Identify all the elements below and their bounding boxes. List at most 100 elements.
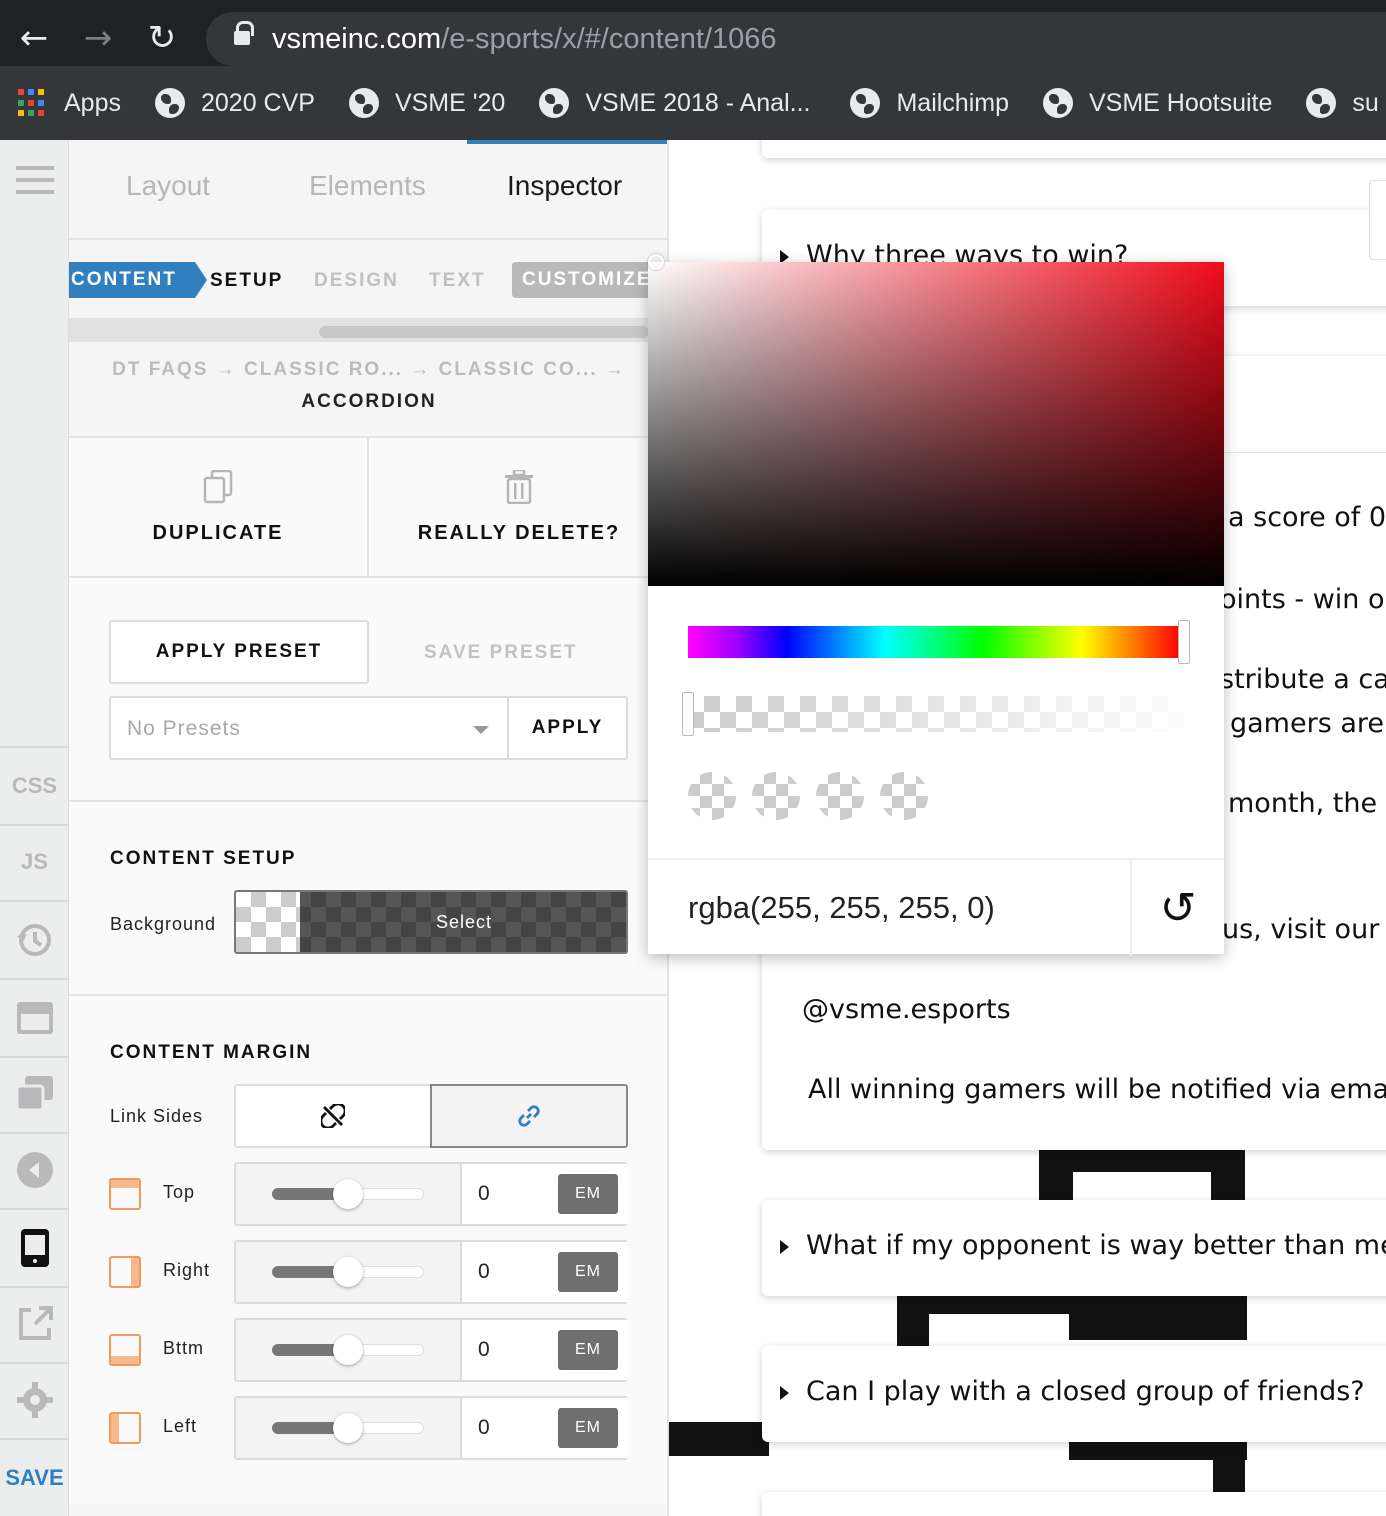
- accordion-item[interactable]: Can I play with a closed group of friend…: [762, 1346, 1386, 1442]
- color-picker-popover: rgba(255, 255, 255, 0) ↺: [648, 254, 1224, 956]
- chevron-down-icon: [473, 726, 489, 734]
- delete-label: REALLY DELETE?: [417, 521, 621, 544]
- margin-left-input[interactable]: 0 EM: [460, 1398, 628, 1458]
- save-button[interactable]: SAVE: [0, 1458, 69, 1498]
- background-graphic: [1069, 1290, 1247, 1340]
- unit-button[interactable]: EM: [558, 1174, 618, 1214]
- subtab-content[interactable]: CONTENT: [69, 262, 207, 298]
- margin-right-label: Right: [163, 1260, 211, 1280]
- duplicate-button[interactable]: DUPLICATE: [69, 438, 369, 576]
- color-swatch[interactable]: [880, 772, 928, 820]
- slider-knob[interactable]: [333, 1413, 363, 1443]
- bookmark-su[interactable]: su: [1306, 88, 1379, 118]
- presets-section: APPLY PRESET SAVE PRESET No Presets APPL…: [69, 576, 667, 802]
- margin-bottom-input[interactable]: 0 EM: [460, 1320, 628, 1380]
- subtab-scrollbar[interactable]: [69, 318, 649, 342]
- copy-layers-icon[interactable]: [0, 1074, 69, 1114]
- margin-left-control: 0 EM: [234, 1396, 628, 1460]
- reset-color-button[interactable]: ↺: [1130, 860, 1224, 956]
- rail-divider: [0, 746, 69, 748]
- margin-left-icon: [109, 1412, 141, 1444]
- back-icon[interactable]: ←: [10, 14, 58, 62]
- forward-icon[interactable]: →: [74, 14, 122, 62]
- bookmark-vsme-2018[interactable]: VSME 2018 - Anal...: [539, 88, 810, 118]
- layout-panel-icon[interactable]: [0, 998, 69, 1038]
- color-value-input[interactable]: rgba(255, 255, 255, 0): [688, 890, 995, 926]
- subtab-customize[interactable]: CUSTOMIZE: [512, 262, 667, 298]
- apply-button[interactable]: APPLY: [507, 696, 628, 760]
- content-setup-section: CONTENT SETUP Background Select: [69, 800, 667, 996]
- color-swatch[interactable]: [752, 772, 800, 820]
- gear-icon[interactable]: [0, 1380, 69, 1420]
- breadcrumb-path[interactable]: DT FAQS → CLASSIC RO... → CLASSIC CO... …: [69, 354, 667, 386]
- margin-right-input[interactable]: 0 EM: [460, 1242, 628, 1302]
- link-sides-label: Link Sides: [110, 1106, 204, 1126]
- alpha-slider-handle[interactable]: [682, 692, 694, 736]
- margin-value: 0: [478, 1338, 490, 1361]
- tab-layout[interactable]: Layout: [126, 170, 210, 202]
- margin-top-control: 0 EM: [234, 1162, 628, 1226]
- answer-line: gamers are a: [1230, 708, 1386, 739]
- rail-divider: [0, 1438, 69, 1440]
- bookmark-apps[interactable]: Apps: [18, 89, 121, 118]
- css-button[interactable]: CSS: [0, 766, 69, 806]
- subtab-setup[interactable]: SETUP: [210, 270, 283, 292]
- subtab-design[interactable]: DESIGN: [314, 270, 399, 292]
- unlink-icon: [321, 1104, 345, 1128]
- accordion-item: [762, 140, 1386, 158]
- accordion-question[interactable]: What if my opponent is way better than m…: [779, 1230, 1386, 1261]
- color-swatch[interactable]: [688, 772, 736, 820]
- address-bar[interactable]: vsmeinc.com/e-sports/x/#/content/1066: [206, 12, 1386, 66]
- accordion-question[interactable]: Can I play with a closed group of friend…: [780, 1376, 1365, 1407]
- apps-grid-icon: [18, 89, 46, 117]
- unlink-sides-button[interactable]: [234, 1084, 432, 1148]
- history-icon[interactable]: [0, 920, 69, 960]
- save-preset-button[interactable]: SAVE PRESET: [424, 642, 578, 664]
- subtab-text[interactable]: TEXT: [429, 270, 486, 292]
- hue-slider[interactable]: [688, 626, 1180, 658]
- slider-knob[interactable]: [333, 1335, 363, 1365]
- external-link-icon[interactable]: [0, 1304, 69, 1344]
- tab-inspector[interactable]: Inspector: [507, 170, 622, 202]
- accordion-item[interactable]: [762, 1492, 1386, 1516]
- apply-preset-button[interactable]: APPLY PRESET: [109, 620, 369, 684]
- bookmark-hootsuite[interactable]: VSME Hootsuite: [1043, 88, 1272, 118]
- bookmark-vsme-20[interactable]: VSME '20: [348, 88, 505, 118]
- sv-cursor[interactable]: [648, 254, 664, 270]
- accordion-item[interactable]: What if my opponent is way better than m…: [762, 1200, 1386, 1296]
- side-widget: [1369, 180, 1386, 260]
- saturation-value-area[interactable]: [648, 262, 1224, 586]
- rail-divider: [0, 1056, 69, 1058]
- margin-value: 0: [478, 1260, 490, 1283]
- margin-top-input[interactable]: 0 EM: [460, 1164, 628, 1224]
- answer-line: @vsme.esports: [802, 994, 1011, 1025]
- link-sides-button[interactable]: [430, 1084, 628, 1148]
- hue-slider-handle[interactable]: [1178, 620, 1190, 664]
- menu-icon[interactable]: [0, 162, 69, 198]
- bookmark-2020-cvp[interactable]: 2020 CVP: [154, 88, 315, 118]
- bookmark-mailchimp[interactable]: Mailchimp: [850, 88, 1009, 118]
- color-swatch[interactable]: [816, 772, 864, 820]
- preset-select[interactable]: No Presets: [109, 696, 509, 760]
- slider-knob[interactable]: [333, 1179, 363, 1209]
- unit-button[interactable]: EM: [558, 1330, 618, 1370]
- bookmark-label: 2020 CVP: [200, 88, 315, 117]
- preset-select-value: No Presets: [127, 717, 241, 740]
- picker-footer: rgba(255, 255, 255, 0) ↺: [648, 858, 1224, 956]
- unit-button[interactable]: EM: [558, 1408, 618, 1448]
- collapse-icon[interactable]: [0, 1150, 69, 1190]
- reload-icon[interactable]: ↻: [138, 14, 186, 62]
- js-button[interactable]: JS: [0, 842, 69, 882]
- rail-divider: [0, 1286, 69, 1288]
- margin-value: 0: [478, 1416, 490, 1439]
- slider-knob[interactable]: [333, 1257, 363, 1287]
- scrollbar-thumb[interactable]: [319, 326, 649, 338]
- alpha-slider[interactable]: [688, 696, 1184, 732]
- tab-elements[interactable]: Elements: [309, 170, 426, 202]
- unit-button[interactable]: EM: [558, 1252, 618, 1292]
- trash-icon: [505, 469, 533, 504]
- element-actions: DUPLICATE REALLY DELETE?: [69, 436, 667, 576]
- delete-button[interactable]: REALLY DELETE?: [369, 438, 667, 576]
- mobile-preview-icon[interactable]: [0, 1226, 69, 1270]
- background-color-picker[interactable]: Select: [234, 890, 628, 954]
